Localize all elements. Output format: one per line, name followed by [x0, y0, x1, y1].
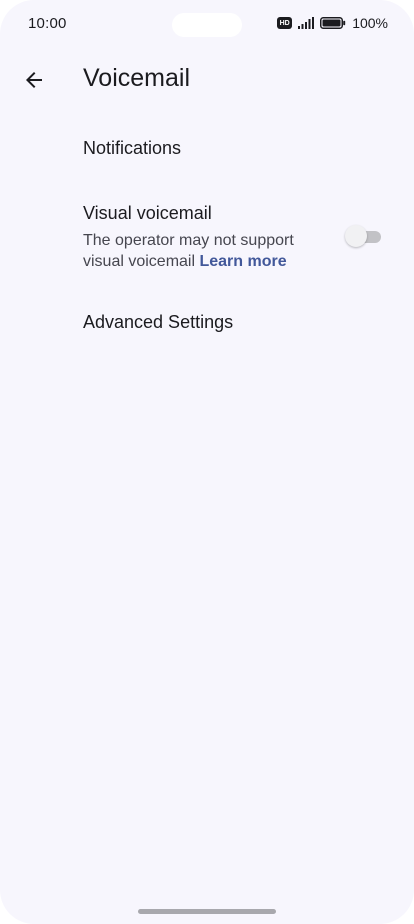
gesture-navigation-bar[interactable] — [138, 909, 276, 914]
battery-icon — [320, 17, 346, 29]
battery-percentage: 100% — [352, 15, 388, 31]
toggle-thumb — [345, 225, 367, 247]
signal-icon — [298, 17, 315, 29]
settings-list: Notifications — [0, 118, 414, 178]
notifications-setting[interactable]: Notifications — [0, 118, 414, 178]
visual-voicemail-toggle[interactable] — [345, 225, 383, 247]
phone-screen: 10:00 HD 100% Voicemail Notifications Vi… — [0, 0, 414, 924]
visual-voicemail-title: Visual voicemail — [83, 203, 212, 223]
learn-more-link[interactable]: Learn more — [199, 253, 286, 270]
status-icons: HD 100% — [277, 15, 388, 31]
page-title: Voicemail — [83, 64, 190, 92]
status-time: 10:00 — [28, 15, 67, 32]
camera-cutout — [172, 13, 242, 37]
app-bar: Voicemail — [0, 56, 414, 104]
status-bar: 10:00 HD 100% — [0, 0, 414, 50]
advanced-settings-title: Advanced Settings — [83, 312, 234, 332]
advanced-settings-setting[interactable]: Advanced Settings — [0, 298, 414, 350]
back-button[interactable] — [14, 60, 54, 100]
hd-icon: HD — [277, 17, 293, 29]
visual-voicemail-summary: The operator may not support visual voic… — [83, 230, 323, 272]
notifications-title: Notifications — [83, 138, 182, 158]
arrow-back-icon — [26, 72, 42, 88]
